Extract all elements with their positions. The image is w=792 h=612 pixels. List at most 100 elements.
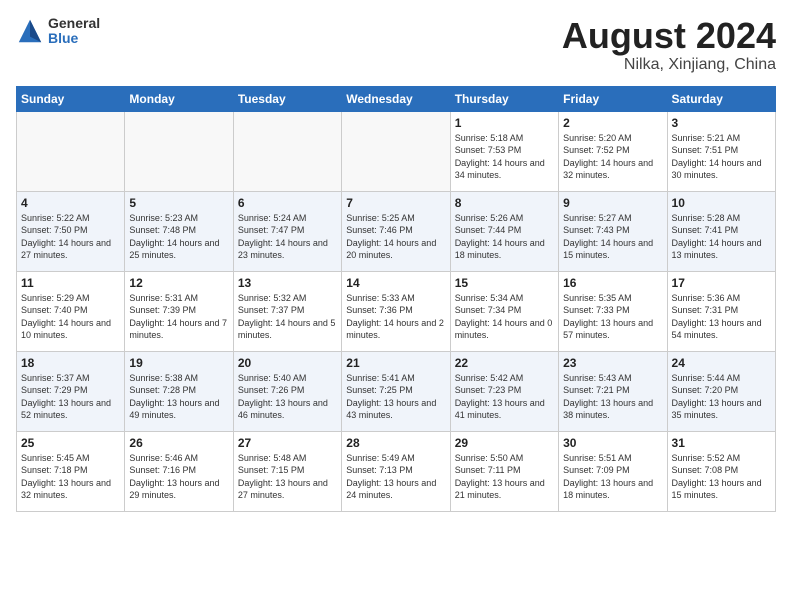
- calendar-cell: 18 Sunrise: 5:37 AM Sunset: 7:29 PM Dayl…: [17, 351, 125, 431]
- calendar-cell: 8 Sunrise: 5:26 AM Sunset: 7:44 PM Dayli…: [450, 191, 558, 271]
- col-sunday: Sunday: [17, 86, 125, 111]
- day-number: 3: [672, 116, 771, 130]
- day-info: Sunrise: 5:20 AM Sunset: 7:52 PM Dayligh…: [563, 132, 662, 182]
- calendar-cell: 4 Sunrise: 5:22 AM Sunset: 7:50 PM Dayli…: [17, 191, 125, 271]
- day-number: 20: [238, 356, 337, 370]
- day-info: Sunrise: 5:52 AM Sunset: 7:08 PM Dayligh…: [672, 452, 771, 502]
- day-info: Sunrise: 5:37 AM Sunset: 7:29 PM Dayligh…: [21, 372, 120, 422]
- calendar-cell: 9 Sunrise: 5:27 AM Sunset: 7:43 PM Dayli…: [559, 191, 667, 271]
- calendar-cell: [125, 111, 233, 191]
- calendar-cell: 20 Sunrise: 5:40 AM Sunset: 7:26 PM Dayl…: [233, 351, 341, 431]
- day-number: 11: [21, 276, 120, 290]
- calendar-cell: 19 Sunrise: 5:38 AM Sunset: 7:28 PM Dayl…: [125, 351, 233, 431]
- calendar-week-4: 18 Sunrise: 5:37 AM Sunset: 7:29 PM Dayl…: [17, 351, 776, 431]
- calendar-cell: 17 Sunrise: 5:36 AM Sunset: 7:31 PM Dayl…: [667, 271, 775, 351]
- day-info: Sunrise: 5:25 AM Sunset: 7:46 PM Dayligh…: [346, 212, 445, 262]
- page-container: General Blue August 2024 Nilka, Xinjiang…: [16, 16, 776, 512]
- day-number: 16: [563, 276, 662, 290]
- calendar-cell: 14 Sunrise: 5:33 AM Sunset: 7:36 PM Dayl…: [342, 271, 450, 351]
- col-wednesday: Wednesday: [342, 86, 450, 111]
- day-number: 9: [563, 196, 662, 210]
- calendar-cell: 27 Sunrise: 5:48 AM Sunset: 7:15 PM Dayl…: [233, 431, 341, 511]
- logo-blue-text: Blue: [48, 31, 100, 46]
- day-number: 2: [563, 116, 662, 130]
- calendar-cell: 25 Sunrise: 5:45 AM Sunset: 7:18 PM Dayl…: [17, 431, 125, 511]
- day-info: Sunrise: 5:31 AM Sunset: 7:39 PM Dayligh…: [129, 292, 228, 342]
- day-info: Sunrise: 5:51 AM Sunset: 7:09 PM Dayligh…: [563, 452, 662, 502]
- day-info: Sunrise: 5:43 AM Sunset: 7:21 PM Dayligh…: [563, 372, 662, 422]
- day-info: Sunrise: 5:48 AM Sunset: 7:15 PM Dayligh…: [238, 452, 337, 502]
- calendar-cell: [233, 111, 341, 191]
- day-number: 12: [129, 276, 228, 290]
- calendar-cell: 1 Sunrise: 5:18 AM Sunset: 7:53 PM Dayli…: [450, 111, 558, 191]
- day-number: 1: [455, 116, 554, 130]
- col-tuesday: Tuesday: [233, 86, 341, 111]
- day-info: Sunrise: 5:26 AM Sunset: 7:44 PM Dayligh…: [455, 212, 554, 262]
- calendar-cell: 6 Sunrise: 5:24 AM Sunset: 7:47 PM Dayli…: [233, 191, 341, 271]
- day-info: Sunrise: 5:46 AM Sunset: 7:16 PM Dayligh…: [129, 452, 228, 502]
- calendar-cell: 16 Sunrise: 5:35 AM Sunset: 7:33 PM Dayl…: [559, 271, 667, 351]
- calendar-cell: 5 Sunrise: 5:23 AM Sunset: 7:48 PM Dayli…: [125, 191, 233, 271]
- calendar-cell: 2 Sunrise: 5:20 AM Sunset: 7:52 PM Dayli…: [559, 111, 667, 191]
- day-number: 23: [563, 356, 662, 370]
- calendar-cell: 11 Sunrise: 5:29 AM Sunset: 7:40 PM Dayl…: [17, 271, 125, 351]
- calendar-cell: 29 Sunrise: 5:50 AM Sunset: 7:11 PM Dayl…: [450, 431, 558, 511]
- location: Nilka, Xinjiang, China: [562, 56, 776, 74]
- day-number: 10: [672, 196, 771, 210]
- calendar-cell: 30 Sunrise: 5:51 AM Sunset: 7:09 PM Dayl…: [559, 431, 667, 511]
- day-info: Sunrise: 5:18 AM Sunset: 7:53 PM Dayligh…: [455, 132, 554, 182]
- header: General Blue August 2024 Nilka, Xinjiang…: [16, 16, 776, 74]
- day-number: 7: [346, 196, 445, 210]
- day-info: Sunrise: 5:36 AM Sunset: 7:31 PM Dayligh…: [672, 292, 771, 342]
- calendar-cell: 31 Sunrise: 5:52 AM Sunset: 7:08 PM Dayl…: [667, 431, 775, 511]
- day-number: 17: [672, 276, 771, 290]
- calendar-cell: 24 Sunrise: 5:44 AM Sunset: 7:20 PM Dayl…: [667, 351, 775, 431]
- logo: General Blue: [16, 16, 100, 47]
- calendar-cell: 28 Sunrise: 5:49 AM Sunset: 7:13 PM Dayl…: [342, 431, 450, 511]
- col-thursday: Thursday: [450, 86, 558, 111]
- logo-text: General Blue: [48, 16, 100, 47]
- calendar-cell: [342, 111, 450, 191]
- day-info: Sunrise: 5:34 AM Sunset: 7:34 PM Dayligh…: [455, 292, 554, 342]
- day-info: Sunrise: 5:27 AM Sunset: 7:43 PM Dayligh…: [563, 212, 662, 262]
- day-number: 21: [346, 356, 445, 370]
- calendar-cell: [17, 111, 125, 191]
- calendar-week-2: 4 Sunrise: 5:22 AM Sunset: 7:50 PM Dayli…: [17, 191, 776, 271]
- day-number: 27: [238, 436, 337, 450]
- col-friday: Friday: [559, 86, 667, 111]
- logo-icon: [16, 17, 44, 45]
- calendar-cell: 3 Sunrise: 5:21 AM Sunset: 7:51 PM Dayli…: [667, 111, 775, 191]
- day-number: 13: [238, 276, 337, 290]
- day-number: 18: [21, 356, 120, 370]
- day-number: 28: [346, 436, 445, 450]
- day-info: Sunrise: 5:21 AM Sunset: 7:51 PM Dayligh…: [672, 132, 771, 182]
- day-info: Sunrise: 5:28 AM Sunset: 7:41 PM Dayligh…: [672, 212, 771, 262]
- calendar-cell: 12 Sunrise: 5:31 AM Sunset: 7:39 PM Dayl…: [125, 271, 233, 351]
- calendar-cell: 13 Sunrise: 5:32 AM Sunset: 7:37 PM Dayl…: [233, 271, 341, 351]
- day-info: Sunrise: 5:41 AM Sunset: 7:25 PM Dayligh…: [346, 372, 445, 422]
- day-info: Sunrise: 5:49 AM Sunset: 7:13 PM Dayligh…: [346, 452, 445, 502]
- day-number: 25: [21, 436, 120, 450]
- day-info: Sunrise: 5:40 AM Sunset: 7:26 PM Dayligh…: [238, 372, 337, 422]
- calendar-week-3: 11 Sunrise: 5:29 AM Sunset: 7:40 PM Dayl…: [17, 271, 776, 351]
- calendar-cell: 15 Sunrise: 5:34 AM Sunset: 7:34 PM Dayl…: [450, 271, 558, 351]
- day-info: Sunrise: 5:42 AM Sunset: 7:23 PM Dayligh…: [455, 372, 554, 422]
- day-info: Sunrise: 5:50 AM Sunset: 7:11 PM Dayligh…: [455, 452, 554, 502]
- day-info: Sunrise: 5:24 AM Sunset: 7:47 PM Dayligh…: [238, 212, 337, 262]
- day-number: 4: [21, 196, 120, 210]
- day-info: Sunrise: 5:45 AM Sunset: 7:18 PM Dayligh…: [21, 452, 120, 502]
- day-number: 26: [129, 436, 228, 450]
- day-number: 31: [672, 436, 771, 450]
- day-info: Sunrise: 5:33 AM Sunset: 7:36 PM Dayligh…: [346, 292, 445, 342]
- day-number: 5: [129, 196, 228, 210]
- col-saturday: Saturday: [667, 86, 775, 111]
- day-number: 29: [455, 436, 554, 450]
- calendar-table: Sunday Monday Tuesday Wednesday Thursday…: [16, 86, 776, 512]
- day-number: 19: [129, 356, 228, 370]
- calendar-cell: 21 Sunrise: 5:41 AM Sunset: 7:25 PM Dayl…: [342, 351, 450, 431]
- title-block: August 2024 Nilka, Xinjiang, China: [562, 16, 776, 74]
- day-info: Sunrise: 5:29 AM Sunset: 7:40 PM Dayligh…: [21, 292, 120, 342]
- day-number: 30: [563, 436, 662, 450]
- day-info: Sunrise: 5:38 AM Sunset: 7:28 PM Dayligh…: [129, 372, 228, 422]
- day-info: Sunrise: 5:22 AM Sunset: 7:50 PM Dayligh…: [21, 212, 120, 262]
